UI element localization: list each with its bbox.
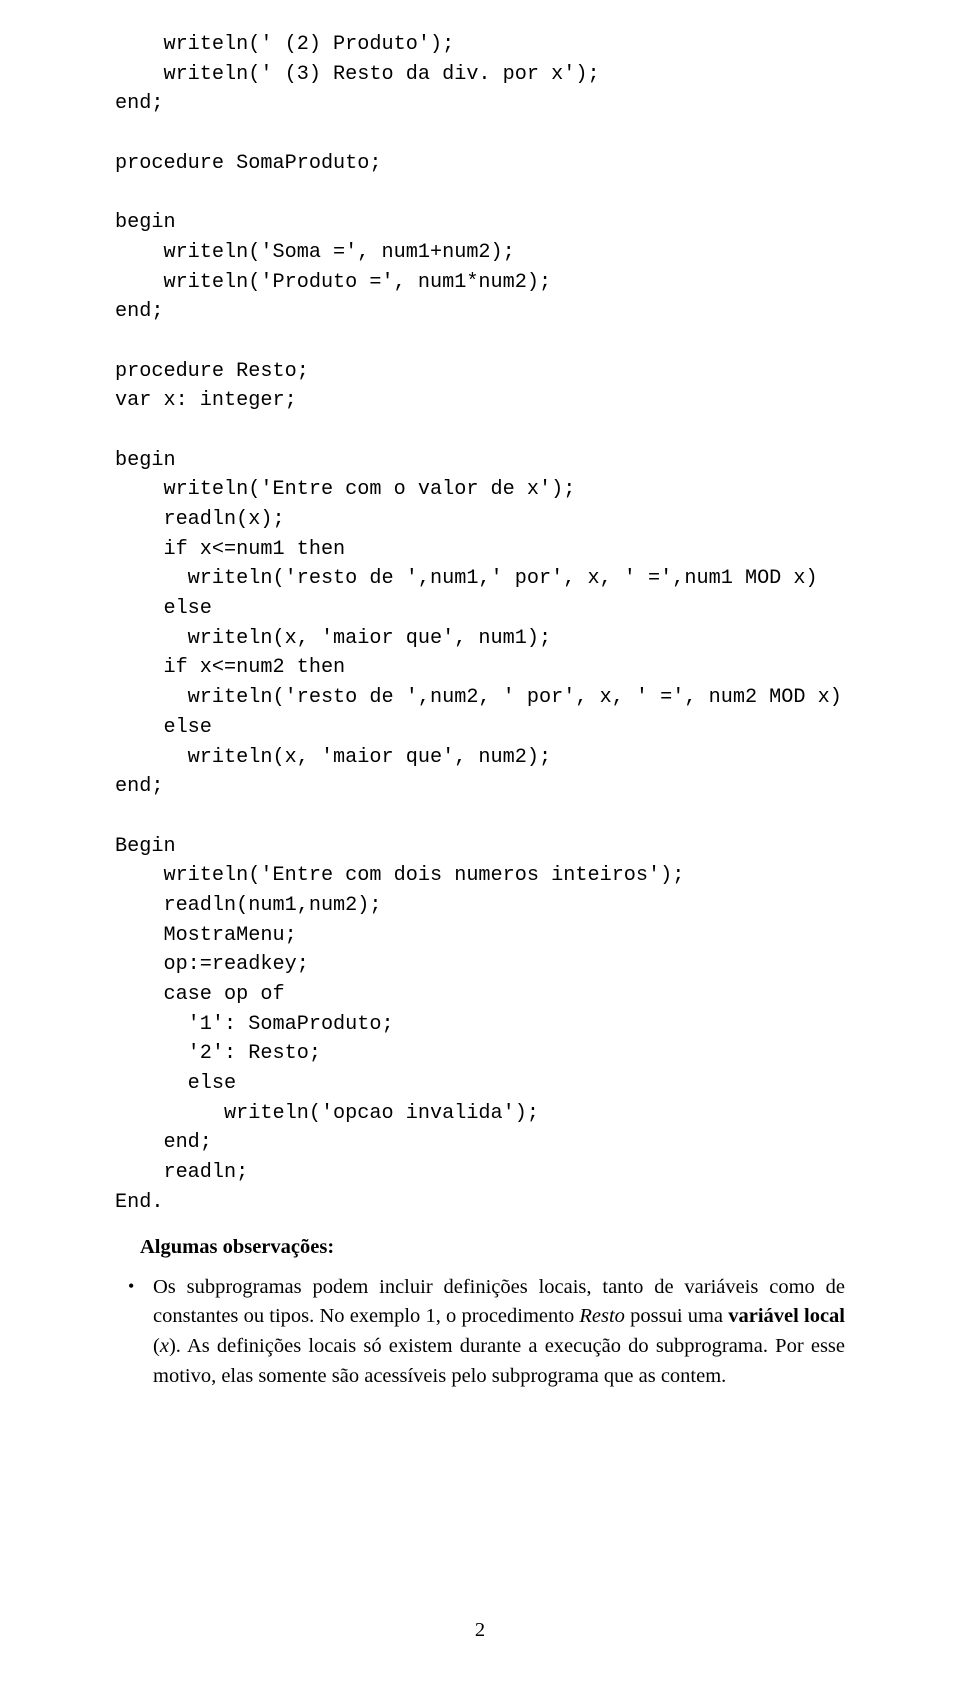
text: possui uma — [625, 1305, 728, 1327]
italic-text: x — [160, 1335, 169, 1357]
text: ). As definições locais só existem duran… — [153, 1335, 845, 1387]
section-heading: Algumas observações: — [115, 1236, 845, 1259]
list-item: Os subprogramas podem incluir definições… — [128, 1273, 845, 1393]
bullet-list: Os subprogramas podem incluir definições… — [115, 1273, 845, 1393]
code-block: writeln(' (2) Produto'); writeln(' (3) R… — [115, 30, 845, 1218]
text: ( — [153, 1335, 160, 1357]
bold-text: variável local — [728, 1305, 845, 1327]
page-number: 2 — [0, 1619, 960, 1642]
italic-text: Resto — [579, 1305, 625, 1327]
